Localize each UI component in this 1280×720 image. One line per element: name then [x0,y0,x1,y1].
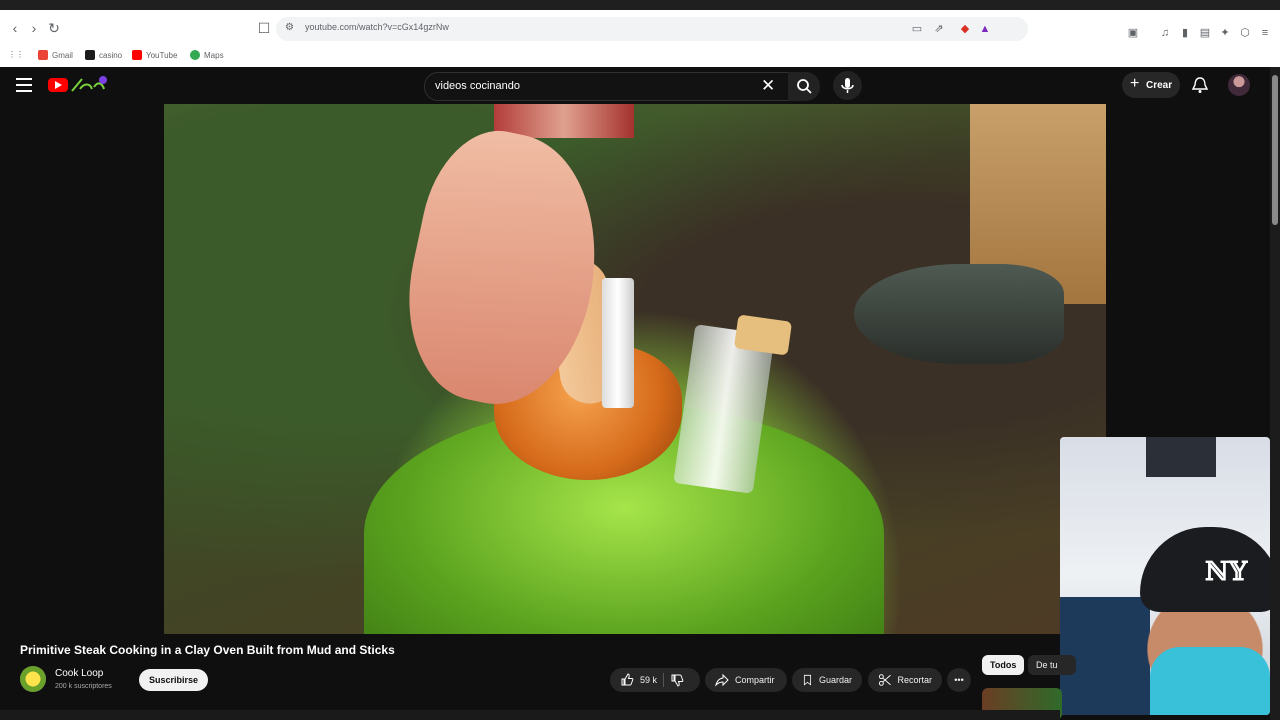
search-icon [797,79,812,94]
bookmark-label: YouTube [146,50,178,60]
clear-search-icon[interactable]: ✕ [761,77,775,95]
video-player[interactable] [164,104,1106,634]
chip-all[interactable]: Todos [982,655,1025,675]
apps-grid-icon[interactable]: ⋮⋮ [8,50,24,59]
brave-shield-icon[interactable]: ◆ [958,22,972,36]
save-label: Guardar [818,675,852,685]
notifications-bell-icon[interactable] [1192,76,1208,94]
sidebar-icon[interactable]: ▣ [1126,26,1140,40]
webcam-overlay: ℕ𝕐 [1060,437,1270,715]
extensions-icon[interactable]: ✦ [1218,26,1232,40]
share-page-icon[interactable]: ⇗ [932,22,946,36]
bookmark-label: casino [99,50,123,60]
divider [663,673,665,687]
search-box[interactable]: videos cocinando ✕ [424,72,790,101]
rewards-icon[interactable]: ▲ [978,22,992,36]
install-icon[interactable]: ▭ [910,22,924,36]
search-input[interactable]: videos cocinando [435,80,520,92]
video-frame-boot [854,264,1064,364]
reading-list-icon[interactable]: ▮ [1178,26,1192,40]
account-avatar[interactable] [1228,74,1250,96]
microphone-icon [841,78,854,93]
search-button[interactable] [788,72,820,101]
plus-icon: + [1130,75,1140,92]
bookmark-youtube[interactable]: YouTube [132,50,177,60]
youtube-icon [132,50,142,60]
scrollbar-thumb[interactable] [1272,75,1278,225]
video-title: Primitive Steak Cooking in a Clay Oven B… [20,643,395,657]
bookmark-icon [803,674,812,686]
bookmark-label: Gmail [52,50,73,60]
youtube-header: videos cocinando ✕ + Crear [0,67,1280,104]
cap-logo-icon: ℕ𝕐 [1205,557,1248,587]
share-button[interactable]: Compartir [705,668,787,692]
subscribe-button[interactable]: Suscribirse [139,669,208,691]
scissors-icon [878,674,891,686]
browser-toolbar: ‹ › ↻ ☐ ⚙ youtube.com/watch?v=cGx14gzrNw… [0,10,1280,48]
bookmark-casino[interactable]: casino [85,50,122,60]
vpn-icon[interactable]: ⬡ [1238,26,1252,40]
page-bottom-edge [0,710,1060,720]
like-count[interactable]: 59 k [640,675,657,685]
wallet-icon[interactable]: ▤ [1198,26,1212,40]
channel-name[interactable]: Cook Loop [55,668,103,679]
music-icon[interactable]: ♫ [1158,26,1172,40]
doodle-logo-icon[interactable] [70,75,110,95]
browser-menu-icon[interactable]: ≡ [1258,26,1272,40]
forward-icon[interactable]: › [25,19,43,37]
webcam-background-window [1146,437,1216,477]
bookmark-label: Maps [204,50,224,60]
hamburger-menu-icon[interactable] [16,78,32,92]
address-bar[interactable]: ⚙ youtube.com/watch?v=cGx14gzrNw ▭ ⇗ ◆ ▲ [276,17,1028,41]
bookmarks-bar: ⋮⋮ Gmail casino YouTube Maps [0,46,1280,66]
clip-label: Recortar [897,675,932,685]
bookmark-gmail[interactable]: Gmail [38,50,73,60]
like-dislike-group: 59 k [610,668,700,692]
page-scrollbar[interactable] [1270,67,1280,720]
share-icon [715,673,729,687]
casino-icon [85,50,95,60]
browser-chrome: ‹ › ↻ ☐ ⚙ youtube.com/watch?v=cGx14gzrNw… [0,10,1280,67]
more-dots-icon: ••• [954,675,964,685]
create-button[interactable]: + Crear [1122,72,1180,98]
gmail-icon [38,50,48,60]
reload-icon[interactable]: ↻ [45,19,63,37]
video-frame-spice-vial [602,278,634,408]
share-label: Compartir [735,675,775,685]
address-url[interactable]: youtube.com/watch?v=cGx14gzrNw [305,22,449,32]
subscriber-count: 200 k suscriptores [55,683,112,690]
chip-from-channel[interactable]: De tu [1028,655,1076,675]
window-top-strip [0,0,1280,10]
webcam-shirt [1150,647,1270,715]
youtube-logo-icon[interactable] [48,78,68,92]
back-icon[interactable]: ‹ [6,19,24,37]
dislike-icon[interactable] [670,673,684,687]
site-info-icon[interactable]: ⚙ [285,22,297,34]
create-label: Crear [1146,80,1173,91]
more-actions-button[interactable]: ••• [947,668,971,692]
bookmark-maps[interactable]: Maps [190,50,224,60]
clip-button[interactable]: Recortar [868,668,942,692]
voice-search-button[interactable] [833,71,862,100]
maps-icon [190,50,200,60]
like-icon[interactable] [620,673,634,687]
channel-avatar[interactable] [20,666,46,692]
video-frame-cork [733,314,793,356]
bookmark-star-icon[interactable]: ☐ [255,19,273,37]
save-button[interactable]: Guardar [792,668,862,692]
